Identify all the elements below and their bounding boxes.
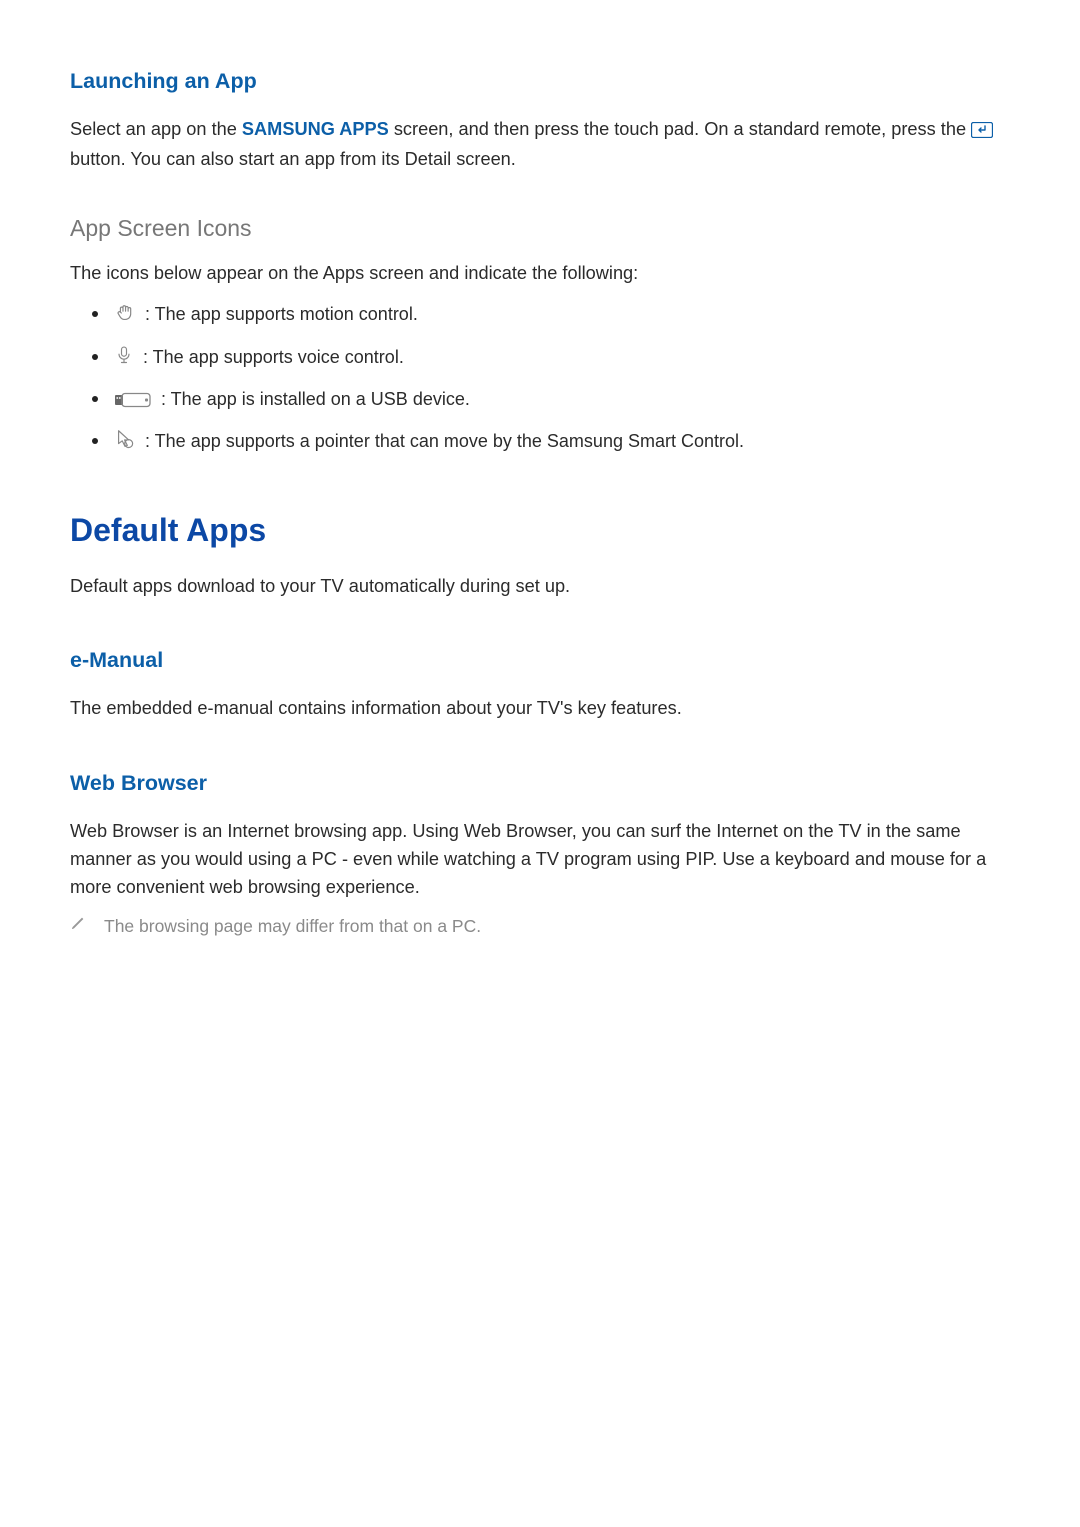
heading-e-manual: e-Manual xyxy=(70,644,1010,676)
list-item-usb: : The app is installed on a USB device. xyxy=(92,386,1010,414)
list-item-text: : The app supports motion control. xyxy=(140,304,418,324)
para-default-apps: Default apps download to your TV automat… xyxy=(70,572,1010,600)
text-fragment: screen, and then press the touch pad. On… xyxy=(389,119,971,139)
heading-app-screen-icons: App Screen Icons xyxy=(70,211,1010,246)
list-item-pointer: : The app supports a pointer that can mo… xyxy=(92,428,1010,456)
list-item-voice: : The app supports voice control. xyxy=(92,344,1010,372)
para-appicons-intro: The icons below appear on the Apps scree… xyxy=(70,259,1010,287)
list-item-text: : The app supports voice control. xyxy=(138,347,404,367)
icon-list: : The app supports motion control. : The… xyxy=(70,301,1010,456)
note-pencil-icon xyxy=(70,915,86,939)
enter-button-icon xyxy=(971,116,993,144)
usb-device-icon xyxy=(114,387,152,414)
heading-web-browser: Web Browser xyxy=(70,767,1010,799)
list-item-text: : The app supports a pointer that can mo… xyxy=(140,431,744,451)
para-e-manual: The embedded e-manual contains informati… xyxy=(70,694,1010,722)
text-fragment: Select an app on the xyxy=(70,119,242,139)
list-item-text: : The app is installed on a USB device. xyxy=(156,389,470,409)
note-container: The browsing page may differ from that o… xyxy=(70,913,1010,939)
motion-hand-icon xyxy=(114,302,136,330)
para-launching: Select an app on the SAMSUNG APPS screen… xyxy=(70,115,1010,172)
heading-default-apps: Default Apps xyxy=(70,506,1010,554)
pointer-cursor-icon xyxy=(114,428,136,456)
heading-launching-an-app: Launching an App xyxy=(70,65,1010,97)
para-web-browser: Web Browser is an Internet browsing app.… xyxy=(70,817,1010,902)
note-text: The browsing page may differ from that o… xyxy=(104,913,481,939)
text-fragment: button. You can also start an app from i… xyxy=(70,149,516,169)
list-item-motion: : The app supports motion control. xyxy=(92,301,1010,329)
voice-mic-icon xyxy=(114,344,134,372)
text-samsung-apps: SAMSUNG APPS xyxy=(242,119,389,139)
